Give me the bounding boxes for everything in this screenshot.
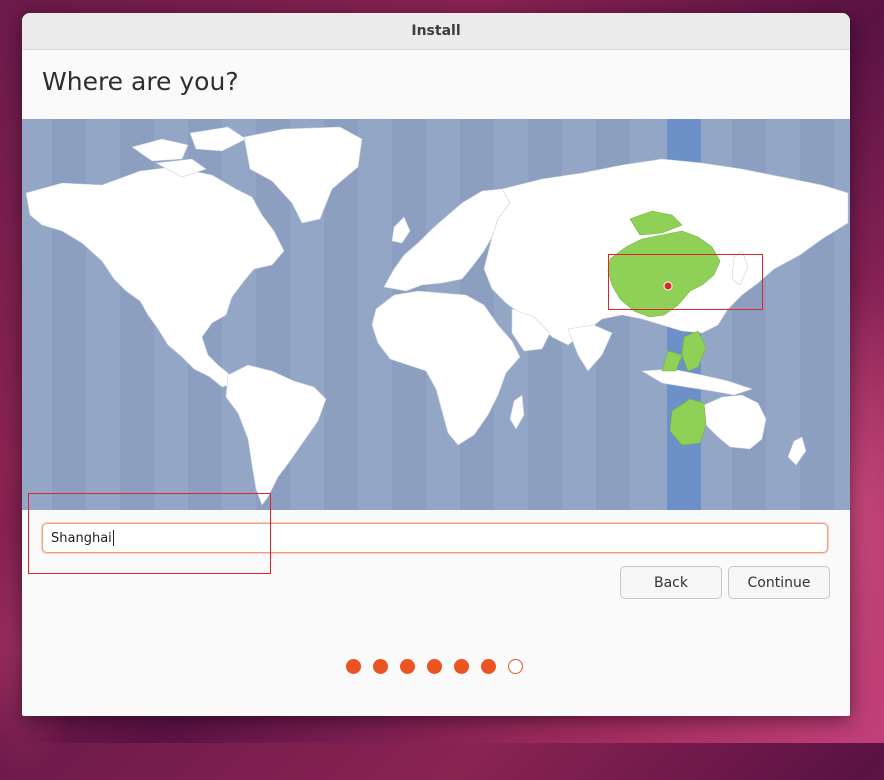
location-pin: [663, 281, 673, 291]
window-title: Install: [411, 23, 461, 39]
progress-dot-3: [400, 659, 415, 674]
progress-dot-1: [346, 659, 361, 674]
progress-dot-2: [373, 659, 388, 674]
page-title: Where are you?: [42, 67, 239, 96]
progress-dots: [346, 659, 523, 674]
progress-dot-4: [427, 659, 442, 674]
back-button[interactable]: Back: [620, 566, 722, 599]
progress-dot-6: [481, 659, 496, 674]
progress-dot-5: [454, 659, 469, 674]
timezone-input-value: Shanghai: [51, 530, 112, 546]
installer-window: Install Where are you? Shanghai Back Con…: [22, 13, 850, 716]
timezone-input[interactable]: Shanghai: [42, 523, 828, 553]
continue-button[interactable]: Continue: [728, 566, 830, 599]
title-bar[interactable]: Install: [22, 13, 850, 50]
timezone-map[interactable]: [22, 119, 850, 510]
progress-dot-7: [508, 659, 523, 674]
text-caret: [112, 530, 114, 546]
